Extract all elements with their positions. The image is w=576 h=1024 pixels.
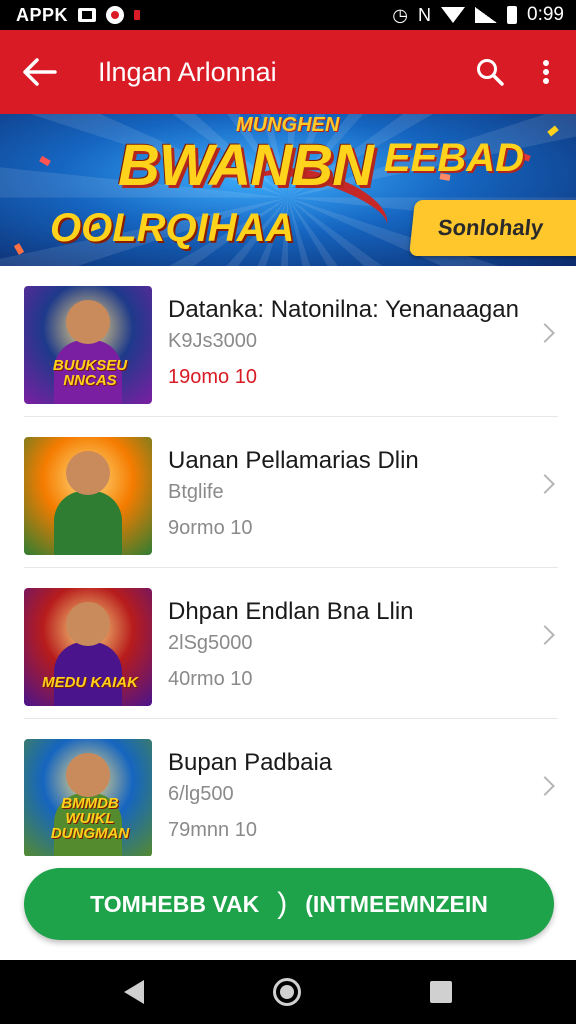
status-time: 0:99 [527,4,564,25]
cta-right-label: (INTMEEMNZEIN [305,890,488,917]
battery-icon [507,6,518,24]
thumbnail-text: BUUKSEU NNCAS [52,357,128,389]
chevron-right-icon [535,776,555,796]
network-letter: N [418,4,432,25]
banner-cta-button[interactable]: Sonlohaly [409,200,576,256]
search-icon [477,59,504,86]
primary-cta-button[interactable]: TOMHEBB VAK ) (INTMEEMNZEIN [24,868,554,940]
nav-recents-icon[interactable] [429,981,452,1003]
banner-subline: OOLRQIHAA [50,206,295,250]
game-meta: K9Js3000 [168,330,257,352]
record-icon [106,6,125,24]
list-item[interactable]: BMMDB WUIKL DUNGMAN Bupan Padbaia 6/lg500 7… [24,719,558,856]
status-right: ◷ N 0:99 [392,4,564,26]
list-item[interactable]: MEDU KAIAK Dhpan Endlan Bna Llin 2lSg5000 4… [24,568,558,719]
game-thumbnail: BUUKSEU NNCAS [24,286,152,404]
status-bar: APPK ◷ N 0:99 [0,0,576,30]
chevron-right-icon [535,625,555,645]
signal-icon [475,7,498,23]
game-title: Uanan Pellamarias Dlin [168,447,419,474]
thumbnail-text: BMMDB WUIKL DUNGMAN [50,795,130,842]
list-item[interactable]: BUUKSEU NNCAS Datanka: Natonilna: Yenanaa… [24,266,558,417]
character-head [66,602,110,646]
more-options-button[interactable] [516,30,576,114]
back-button[interactable] [0,30,80,114]
alarm-icon: ◷ [392,4,409,25]
page-title: Ilngan Arlonnai [98,56,277,87]
wifi-icon [441,7,466,23]
game-title: Bupan Padbaia [168,749,333,776]
game-meta: 6/lg500 [168,783,234,805]
banner-headline: BWANBN [118,133,374,198]
search-button[interactable] [464,30,516,114]
alert-icon [134,10,141,20]
nav-back-icon[interactable] [124,980,145,1004]
game-count: 79mnn 10 [168,819,257,841]
status-app-label: APPK [16,4,69,25]
chevron-right-icon [535,323,555,343]
system-nav-bar [0,960,576,1024]
list-item[interactable]: Uanan Pellamarias Dlin Btglife 9ormo 10 [24,417,558,568]
arrow-left-icon [23,58,57,86]
promo-banner[interactable]: MUNGHEN BWANBN EEBAD OOLRQIHAA Sonlohaly [0,114,576,266]
game-count: 9ormo 10 [168,517,253,539]
game-list: BUUKSEU NNCAS Datanka: Natonilna: Yenanaa… [0,266,576,856]
cta-separator: ) [277,887,288,920]
notification-icon [78,8,97,22]
game-count: 40rmo 10 [168,668,253,690]
nav-home-icon[interactable] [272,978,301,1006]
cta-left-label: TOMHEBB VAK [90,890,260,917]
app-bar: Ilngan Arlonnai [0,30,576,114]
game-meta: Btglife [168,481,224,503]
character-body [54,491,122,555]
thumbnail-text: MEDU KAIAK [42,674,138,691]
game-title: Datanka: Natonilna: Yenanaagan [168,296,519,323]
character-head [66,300,110,344]
game-count: 19omo 10 [168,366,257,388]
character-head [66,753,110,797]
more-vert-icon [543,60,549,84]
banner-side-text: EEBAD [384,136,525,180]
chevron-right-icon [535,474,555,494]
status-left: APPK [16,4,141,26]
game-meta: 2lSg5000 [168,632,253,654]
game-thumbnail [24,437,152,555]
game-thumbnail: BMMDB WUIKL DUNGMAN [24,739,152,856]
game-title: Dhpan Endlan Bna Llin [168,598,414,625]
bottom-cta-area: TOMHEBB VAK ) (INTMEEMNZEIN [0,856,576,960]
character-head [66,451,110,495]
game-thumbnail: MEDU KAIAK [24,588,152,706]
